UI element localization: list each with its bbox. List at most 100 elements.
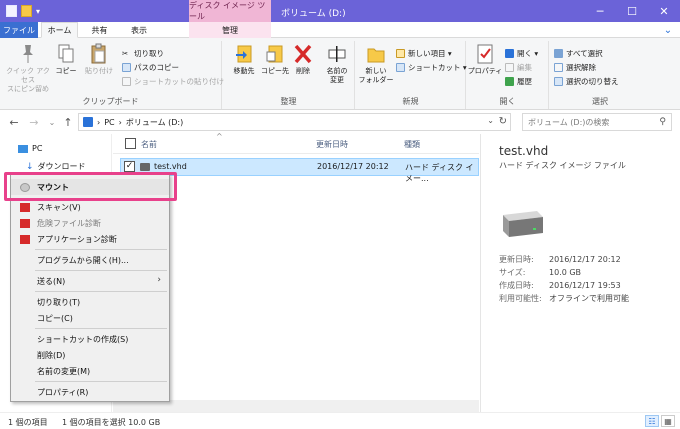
- help-icon[interactable]: ⌄: [662, 24, 674, 36]
- tab-manage[interactable]: 管理: [189, 22, 271, 38]
- menu-item-scan[interactable]: スキャン(V): [11, 199, 169, 215]
- organize-group: 移動先 コピー先 削除 名前の 変更 整理: [223, 41, 355, 109]
- preview-availability: 利用可能性: オフラインで利用可能: [499, 294, 629, 303]
- window-title: ボリューム (D:): [281, 9, 346, 19]
- pin-icon: [23, 45, 33, 63]
- title-bar: ▾ ディスク イメージ ツール ボリューム (D:) ─ ☐ ✕: [0, 0, 680, 22]
- select-none-button[interactable]: 選択解除: [554, 61, 596, 73]
- pc-location-icon: [83, 117, 93, 127]
- paste-shortcut-button[interactable]: ショートカットの貼り付け: [122, 75, 224, 87]
- pin-quick-access-button[interactable]: クイック アクセス スにピン留め: [4, 43, 52, 94]
- select-all-checkbox[interactable]: [125, 138, 136, 149]
- menu-item-properties[interactable]: プロパティ(R): [11, 384, 169, 400]
- column-name[interactable]: 名前: [141, 139, 157, 150]
- edit-button[interactable]: 編集: [505, 61, 532, 73]
- search-input[interactable]: ボリューム (D:)の検索 ⚲: [522, 113, 672, 131]
- breadcrumb-pc[interactable]: PC: [104, 118, 114, 127]
- menu-item-rename[interactable]: 名前の変更(M): [11, 363, 169, 379]
- address-bar-row: ← → ⌄ ↑ › PC › ボリューム (D:) ⌄ ↻ ボリューム (D:)…: [0, 111, 680, 133]
- row-checkbox[interactable]: ✓: [124, 161, 135, 172]
- new-group: 新しい フォルダー 新しい項目 ▾ ショートカット ▾ 新規: [356, 41, 467, 109]
- new-folder-button[interactable]: 新しい フォルダー: [358, 43, 394, 85]
- open-group: プロパティ 開く ▾ 編集 履歴 開く: [467, 41, 549, 109]
- address-bar[interactable]: › PC › ボリューム (D:) ⌄ ↻: [78, 113, 511, 131]
- menu-item-send-to[interactable]: 送る(N) ›: [11, 273, 169, 289]
- details-pane: test.vhd ハード ディスク イメージ ファイル 更新日時: 2016/12…: [480, 134, 680, 412]
- properties-button[interactable]: プロパティ: [467, 43, 503, 76]
- maximize-button[interactable]: ☐: [616, 0, 648, 22]
- rename-button[interactable]: 名前の 変更: [319, 43, 355, 85]
- menu-separator: [35, 291, 167, 292]
- open-button[interactable]: 開く ▾: [505, 47, 538, 59]
- tab-share[interactable]: 共有: [83, 22, 116, 38]
- cut-button[interactable]: ✂ 切り取り: [122, 47, 164, 59]
- pc-icon: [18, 144, 28, 153]
- easy-access-button[interactable]: ショートカット ▾: [396, 61, 467, 73]
- new-group-label: 新規: [402, 97, 419, 106]
- history-icon: [505, 76, 514, 86]
- menu-item-copy[interactable]: コピー(C): [11, 310, 169, 326]
- mount-highlight-box: [4, 172, 177, 201]
- dropdown-icon[interactable]: ⌄: [487, 116, 494, 125]
- details-view-button[interactable]: ☷: [645, 415, 659, 427]
- delete-button[interactable]: 削除: [289, 43, 317, 76]
- open-group-label: 開く: [499, 97, 516, 106]
- quick-access-dropdown-icon[interactable]: ▾: [36, 7, 40, 16]
- tab-file[interactable]: ファイル: [0, 22, 38, 38]
- select-all-button[interactable]: すべて選択: [554, 47, 603, 59]
- recent-locations-button[interactable]: ⌄: [46, 115, 58, 129]
- menu-item-delete[interactable]: 削除(D): [11, 347, 169, 363]
- properties-icon: [477, 44, 493, 64]
- tab-view[interactable]: 表示: [121, 22, 157, 38]
- menu-separator: [35, 270, 167, 271]
- preview-title: test.vhd: [499, 144, 549, 158]
- nav-item-downloads[interactable]: ↓ ダウンロード: [26, 161, 86, 172]
- menu-item-danger-diagnosis[interactable]: 危険ファイル診断: [11, 215, 169, 231]
- properties-icon[interactable]: [6, 5, 17, 17]
- search-icon: ⚲: [659, 117, 666, 127]
- submenu-arrow-icon: ›: [157, 275, 161, 285]
- menu-item-create-shortcut[interactable]: ショートカットの作成(S): [11, 331, 169, 347]
- clipboard-group-label: クリップボード: [82, 97, 139, 106]
- clipboard-group: クイック アクセス スにピン留め コピー 貼り付け ✂ 切り取り パスのコピー …: [0, 41, 224, 109]
- new-item-button[interactable]: 新しい項目 ▾: [396, 47, 452, 59]
- menu-item-cut[interactable]: 切り取り(T): [11, 294, 169, 310]
- shortcut-icon: [396, 62, 405, 72]
- copy-path-button[interactable]: パスのコピー: [122, 61, 179, 73]
- ribbon: クイック アクセス スにピン留め コピー 貼り付け ✂ 切り取り パスのコピー …: [0, 38, 680, 110]
- tab-home[interactable]: ホーム: [41, 22, 78, 38]
- new-folder-icon[interactable]: [21, 5, 32, 17]
- move-to-icon: [236, 45, 252, 63]
- copy-to-button[interactable]: コピー先: [257, 43, 293, 76]
- hard-drive-icon: [503, 211, 543, 237]
- paste-button[interactable]: 貼り付け: [82, 43, 116, 76]
- menu-item-app-diagnosis[interactable]: アプリケーション診断: [11, 231, 169, 247]
- paste-icon: [91, 43, 106, 64]
- antivirus-icon: [20, 235, 30, 244]
- preview-created: 作成日時: 2016/12/17 19:53: [499, 281, 621, 290]
- forward-button[interactable]: →: [28, 115, 40, 129]
- invert-selection-button[interactable]: 選択の切り替え: [554, 75, 619, 87]
- column-modified[interactable]: 更新日時: [316, 139, 348, 150]
- invert-selection-icon: [554, 76, 563, 86]
- back-button[interactable]: ←: [8, 115, 20, 129]
- nav-item-pc[interactable]: PC: [18, 144, 42, 153]
- selection-info: 1 個の項目を選択 10.0 GB: [62, 418, 161, 427]
- close-button[interactable]: ✕: [648, 0, 680, 22]
- menu-separator: [35, 328, 167, 329]
- file-modified: 2016/12/17 20:12: [317, 162, 389, 171]
- history-button[interactable]: 履歴: [505, 75, 532, 87]
- vhd-file-icon: [140, 163, 150, 171]
- breadcrumb-volume[interactable]: ボリューム (D:): [126, 117, 183, 128]
- minimize-button[interactable]: ─: [584, 0, 616, 22]
- copy-button[interactable]: コピー: [52, 43, 80, 76]
- refresh-icon[interactable]: ↻: [499, 116, 507, 127]
- column-type[interactable]: 種類: [404, 139, 420, 150]
- copy-icon: [58, 44, 74, 63]
- menu-item-open-with[interactable]: プログラムから開く(H)...: [11, 252, 169, 268]
- up-button[interactable]: ↑: [62, 115, 74, 129]
- delete-icon: [294, 44, 312, 64]
- ribbon-tab-bar: ファイル ホーム 共有 表示 管理 ⌄: [0, 22, 680, 38]
- large-icons-view-button[interactable]: ▦: [661, 415, 675, 427]
- paste-shortcut-icon: [122, 76, 131, 86]
